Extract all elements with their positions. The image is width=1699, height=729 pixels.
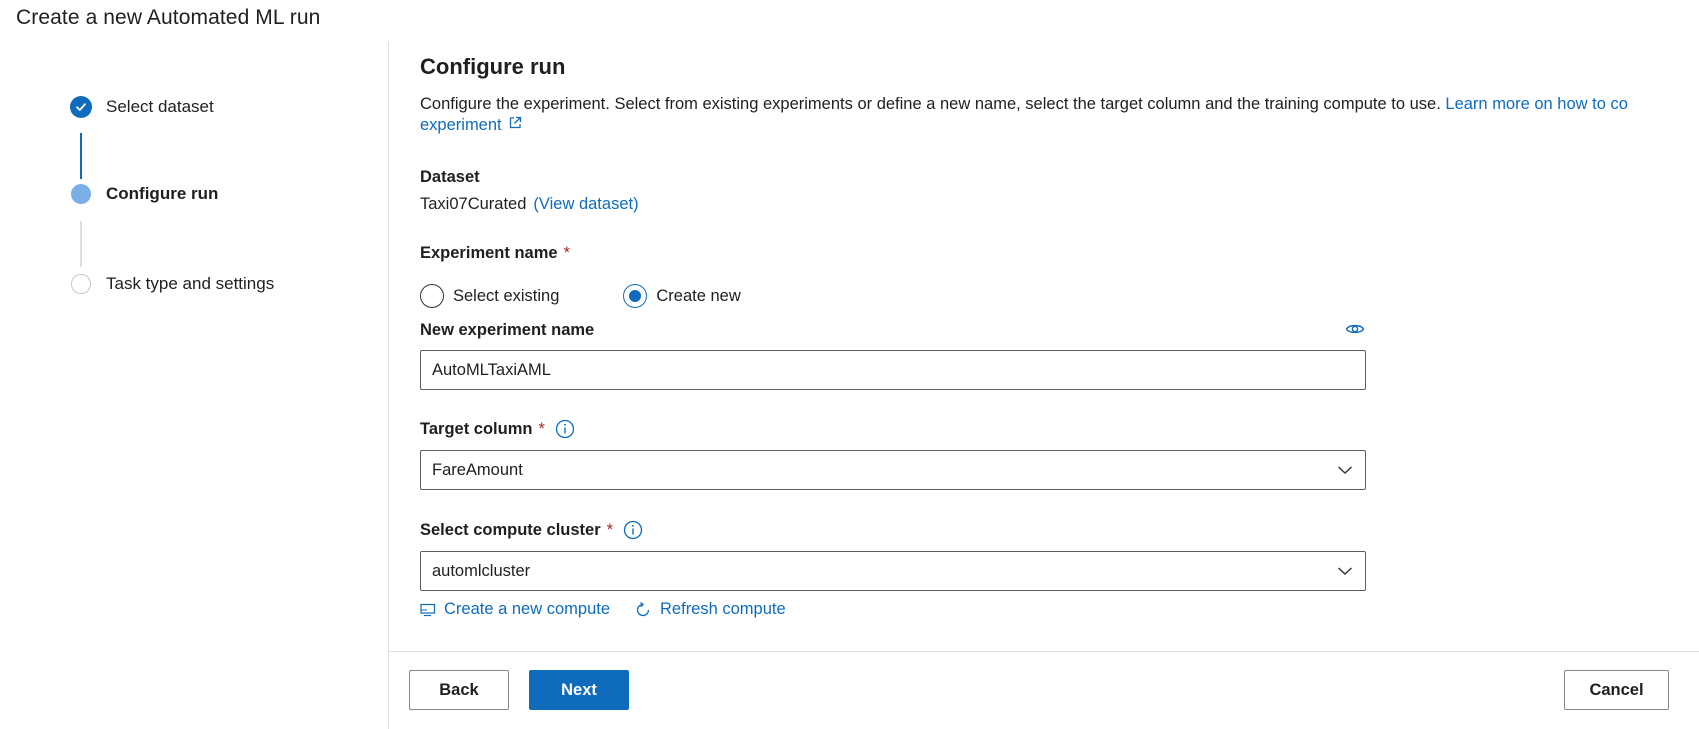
step-label: Select dataset <box>106 97 214 116</box>
step-configure-run[interactable]: Configure run <box>70 183 218 205</box>
step-connector <box>80 133 82 179</box>
refresh-compute-label: Refresh compute <box>660 600 786 618</box>
chevron-down-icon <box>1337 463 1353 482</box>
eye-icon[interactable] <box>1345 322 1365 341</box>
radio-create-new[interactable]: Create new <box>623 284 741 308</box>
configure-run-panel: Configure run Configure the experiment. … <box>420 0 1699 729</box>
experiment-name-input[interactable]: AutoMLTaxiAML <box>420 350 1366 390</box>
monitor-icon <box>420 603 436 616</box>
refresh-compute-link[interactable]: Refresh compute <box>634 600 786 619</box>
learn-more-link[interactable]: Learn more on how to co <box>1445 95 1628 113</box>
step-label: Configure run <box>106 184 219 203</box>
chevron-down-icon <box>1337 564 1353 583</box>
next-button[interactable]: Next <box>529 670 629 710</box>
description-text: Configure the experiment. Select from ex… <box>420 95 1441 113</box>
back-button[interactable]: Back <box>409 670 509 710</box>
create-compute-label: Create a new compute <box>444 600 611 618</box>
compute-cluster-label: Select compute cluster * <box>420 520 643 540</box>
learn-more-link-continued[interactable]: experiment <box>420 116 522 135</box>
external-link-icon <box>508 116 522 135</box>
compute-cluster-dropdown[interactable]: automlcluster <box>420 551 1366 591</box>
radio-select-existing[interactable]: Select existing <box>420 284 559 308</box>
experiment-name-label: Experiment name * <box>420 244 570 263</box>
footer-divider <box>389 651 1699 652</box>
compute-cluster-label-text: Select compute cluster <box>420 520 601 539</box>
info-icon[interactable] <box>555 419 575 439</box>
step-connector <box>80 221 82 267</box>
learn-more-link-text[interactable]: experiment <box>420 116 502 135</box>
required-asterisk: * <box>606 520 614 539</box>
refresh-icon <box>636 601 650 616</box>
compute-actions: Create a new compute Refresh compute <box>420 600 810 619</box>
required-asterisk: * <box>538 419 545 438</box>
required-asterisk: * <box>563 244 570 262</box>
step-select-dataset[interactable]: Select dataset <box>70 96 214 118</box>
view-dataset-link[interactable]: (View dataset) <box>533 195 638 214</box>
radio-checked-icon <box>623 284 648 308</box>
target-column-dropdown[interactable]: FareAmount <box>420 450 1366 490</box>
radio-label: Create new <box>656 286 741 305</box>
experiment-radio-group: Select existing Create new <box>420 284 805 308</box>
active-step-dot-icon <box>71 184 91 204</box>
vertical-divider <box>388 42 389 729</box>
dataset-name: Taxi07Curated <box>420 195 527 213</box>
experiment-name-label-text: Experiment name <box>420 244 558 262</box>
cancel-button[interactable]: Cancel <box>1564 670 1669 710</box>
create-compute-link[interactable]: Create a new compute <box>420 600 610 619</box>
checkmark-icon <box>70 96 92 118</box>
target-column-value: FareAmount <box>432 460 523 479</box>
dataset-label: Dataset <box>420 168 480 186</box>
target-column-label: Target column * <box>420 419 575 439</box>
section-heading: Configure run <box>420 54 566 79</box>
info-icon[interactable] <box>623 520 643 540</box>
new-experiment-name-label: New experiment name <box>420 321 595 339</box>
step-label: Task type and settings <box>106 274 275 293</box>
pending-step-dot-icon <box>71 274 91 294</box>
compute-cluster-value: automlcluster <box>432 561 531 580</box>
radio-label: Select existing <box>453 286 560 305</box>
step-task-type[interactable]: Task type and settings <box>70 273 274 295</box>
wizard-stepper: Select dataset Configure run Task type a… <box>0 0 388 729</box>
target-column-label-text: Target column <box>420 419 533 438</box>
description: Configure the experiment. Select from ex… <box>420 93 1699 116</box>
radio-unchecked-icon <box>420 284 444 308</box>
dataset-value: Taxi07Curated (View dataset) <box>420 195 639 214</box>
